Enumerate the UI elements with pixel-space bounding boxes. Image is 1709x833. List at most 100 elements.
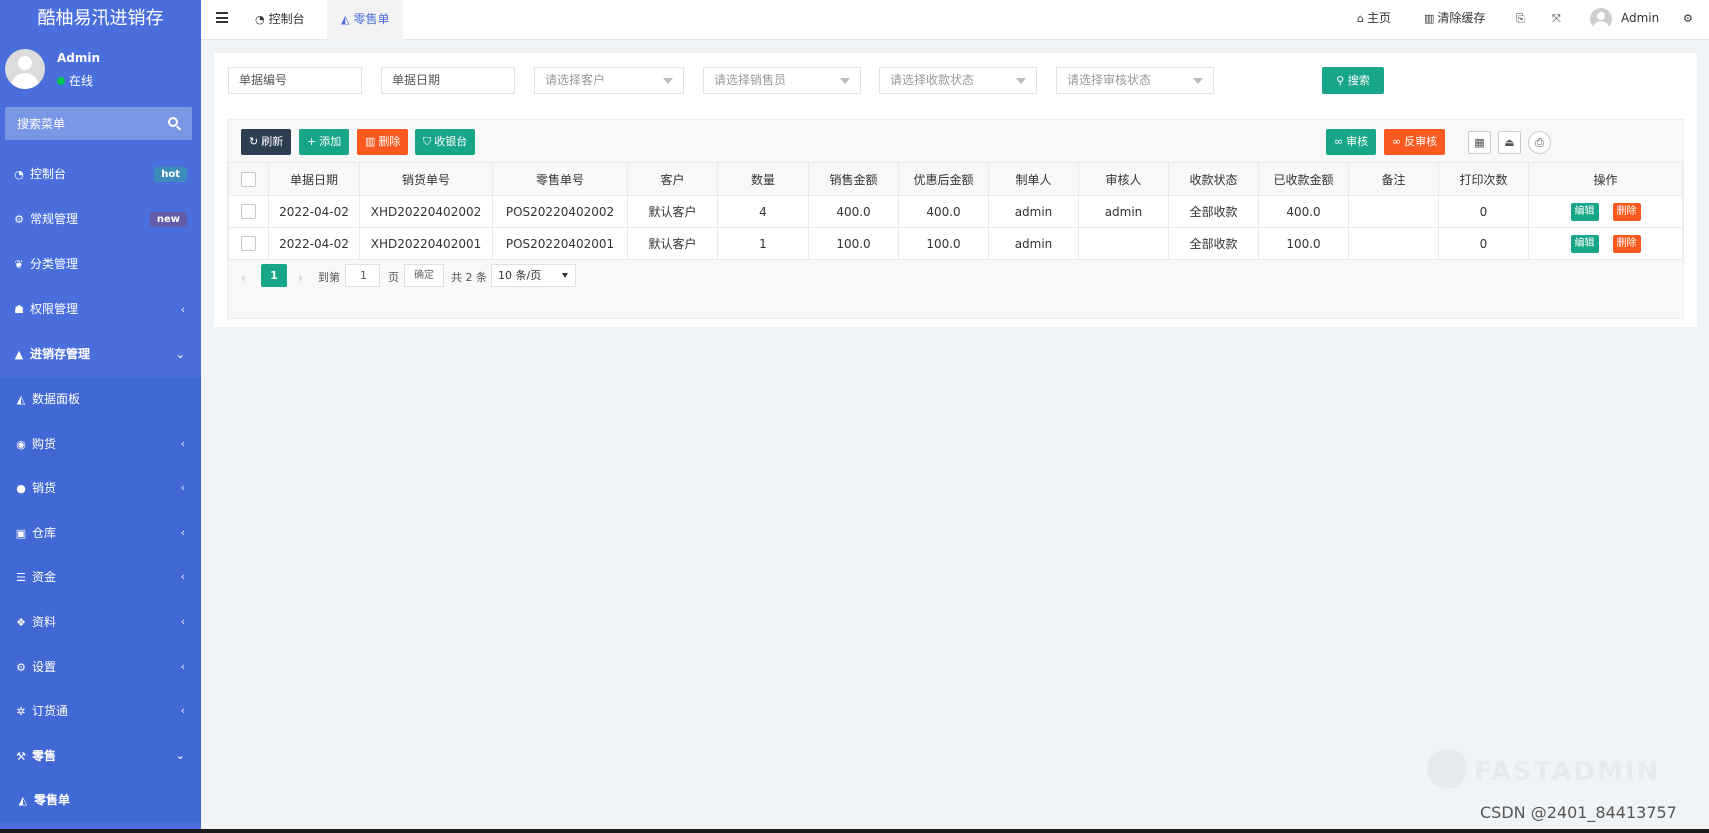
add-button[interactable]: + 添加: [299, 129, 350, 155]
sidebar-item-materials[interactable]: ❖ 资料 ‹: [0, 599, 201, 645]
sidebar-item-purchase[interactable]: ◉ 购货 ‹: [0, 421, 201, 467]
delete-button[interactable]: ▥ 删除: [357, 129, 409, 155]
sidebar-item-funds[interactable]: ☰ 资金 ‹: [0, 555, 201, 600]
cell-auditor: admin: [1078, 195, 1169, 228]
next-page-icon[interactable]: ›: [298, 271, 303, 285]
column-header[interactable]: 制单人: [988, 162, 1079, 196]
row-checkbox[interactable]: [241, 204, 256, 219]
chevron-down-icon: [840, 78, 850, 84]
column-header[interactable]: 数量: [717, 162, 809, 196]
bill-date-input[interactable]: [392, 68, 514, 92]
export-button[interactable]: ⏏: [1498, 131, 1521, 154]
tab-dashboard[interactable]: ◔ 控制台: [241, 0, 319, 40]
sidebar-item-warehouse[interactable]: ▣ 仓库 ‹: [0, 510, 201, 556]
sidebar-item-dashboard[interactable]: ◔ 控制台 hot: [0, 152, 201, 197]
area-chart-icon: ◭: [18, 794, 28, 808]
column-header[interactable]: 收款状态: [1168, 162, 1259, 196]
sidebar-item-order[interactable]: ✲ 订货通 ‹: [0, 689, 201, 734]
sidebar-item-auth[interactable]: ☗ 权限管理 ‹: [0, 287, 201, 332]
column-header[interactable]: 优惠后金额: [898, 162, 989, 196]
bill-no-filter: [228, 67, 362, 94]
user-menu[interactable]: Admin: [1621, 0, 1659, 40]
unaudit-button[interactable]: ∞ 反审核: [1384, 129, 1446, 155]
column-header[interactable]: 零售单号: [492, 162, 628, 196]
column-header: 操作: [1528, 162, 1683, 196]
column-header[interactable]: 单据日期: [268, 162, 360, 196]
new-badge: new: [149, 212, 187, 227]
pay-status-select[interactable]: 请选择收款状态: [879, 67, 1037, 94]
bill-date-filter: [381, 67, 515, 94]
language-toggle[interactable]: ⎘: [1516, 0, 1528, 40]
sidebar-item-data-panel[interactable]: ◭ 数据面板: [0, 377, 201, 422]
search-button[interactable]: ⚲ 搜索: [1322, 67, 1384, 94]
edit-button[interactable]: 编辑: [1570, 202, 1599, 221]
tab-retail-bill[interactable]: ◭ 零售单: [327, 0, 404, 40]
home-link[interactable]: ⌂ 主页: [1357, 0, 1391, 40]
cubes-icon: ❖: [16, 615, 26, 629]
page-size-select[interactable]: 10 条/页: [491, 264, 576, 287]
column-header[interactable]: 销售金额: [808, 162, 899, 196]
column-header[interactable]: 销货单号: [359, 162, 493, 196]
sidebar-item-category[interactable]: ❦ 分类管理: [0, 242, 201, 287]
cashier-button[interactable]: ⛉ 收银台: [415, 129, 476, 155]
menu-search-input[interactable]: [5, 107, 155, 140]
sidebar-item-retail[interactable]: ⚒ 零售 ⌄: [0, 733, 201, 779]
columns-icon: ▦: [1474, 136, 1485, 149]
page-1-button[interactable]: 1: [261, 264, 287, 287]
cell-remark: [1348, 195, 1439, 228]
apple-icon: ●: [16, 482, 26, 496]
column-header[interactable]: 已收款金额: [1258, 162, 1349, 196]
salesman-select[interactable]: 请选择销售员: [703, 67, 861, 94]
cell-pos-no: POS20220402002: [492, 195, 628, 228]
cogs-icon: ⚙: [14, 213, 24, 226]
goto-page-input[interactable]: 1: [345, 264, 380, 287]
cell-pay-status: 全部收款: [1168, 227, 1259, 260]
chevron-left-icon: ‹: [180, 659, 185, 673]
pagination: ‹ 1 › 到第 1 页 确定 共 2 条 10 条/页: [228, 262, 828, 292]
delete-row-button[interactable]: 删除: [1612, 234, 1641, 253]
column-header[interactable]: 客户: [627, 162, 718, 196]
column-header[interactable]: 备注: [1348, 162, 1439, 196]
select-all-checkbox[interactable]: [241, 171, 256, 187]
audit-button[interactable]: ∞ 审核: [1326, 129, 1377, 155]
sidebar: 酷柚易汛进销存 Admin 在线 ◔控制台hot ⚙常规管理new ❦分类管理 …: [0, 0, 201, 829]
chevron-down-icon: [663, 78, 673, 84]
row-select-cell: [228, 195, 269, 228]
cell-pos-no: POS20220402001: [492, 227, 628, 260]
audit-status-select[interactable]: 请选择审核状态: [1056, 67, 1214, 94]
brand-logo[interactable]: 酷柚易汛进销存: [0, 0, 201, 40]
cell-received: 100.0: [1258, 227, 1349, 260]
prev-page-icon[interactable]: ‹: [241, 271, 246, 285]
cell-prints: 0: [1438, 195, 1529, 228]
row-checkbox[interactable]: [241, 236, 256, 251]
goto-confirm-button[interactable]: 确定: [404, 264, 444, 287]
bill-no-input[interactable]: [239, 68, 361, 92]
refresh-button[interactable]: ↻ 刷新: [241, 129, 292, 155]
menu-toggle-icon[interactable]: [216, 12, 228, 23]
goto-label: 到第: [318, 271, 340, 284]
edit-button[interactable]: 编辑: [1570, 234, 1599, 253]
columns-toggle-button[interactable]: ▦: [1468, 131, 1491, 154]
customer-select[interactable]: 请选择客户: [534, 67, 684, 94]
print-button[interactable]: ⎙: [1528, 131, 1551, 154]
sidebar-item-settings[interactable]: ⚙ 设置 ‹: [0, 644, 201, 690]
cell-discounted: 100.0: [898, 227, 989, 260]
database-icon: ☰: [16, 571, 26, 585]
control-sidebar-toggle[interactable]: ⚙: [1683, 0, 1696, 40]
delete-row-button[interactable]: 删除: [1612, 202, 1641, 221]
sidebar-item-retail-bill[interactable]: ◭ 零售单: [0, 778, 201, 823]
search-icon[interactable]: [168, 117, 178, 127]
column-header[interactable]: 打印次数: [1438, 162, 1529, 196]
user-avatar[interactable]: [1590, 8, 1612, 30]
sidebar-item-inventory[interactable]: ▲ 进销存管理 ⌄: [0, 332, 201, 377]
sidebar-item-general[interactable]: ⚙ 常规管理 new: [0, 197, 201, 242]
fullscreen-toggle[interactable]: ⤧: [1552, 0, 1564, 40]
table-row: 2022-04-02 XHD20220402002 POS20220402002…: [228, 195, 1683, 228]
expand-icon: ⤧: [1552, 12, 1561, 25]
column-header[interactable]: 审核人: [1078, 162, 1169, 196]
sidebar-item-sales[interactable]: ● 销货 ‹: [0, 466, 201, 511]
user-name: Admin: [57, 51, 101, 65]
cell-date: 2022-04-02: [268, 195, 360, 228]
graduation-cap-icon: ▲: [14, 348, 24, 361]
clear-cache-button[interactable]: ▥ 清除缓存: [1424, 0, 1485, 40]
